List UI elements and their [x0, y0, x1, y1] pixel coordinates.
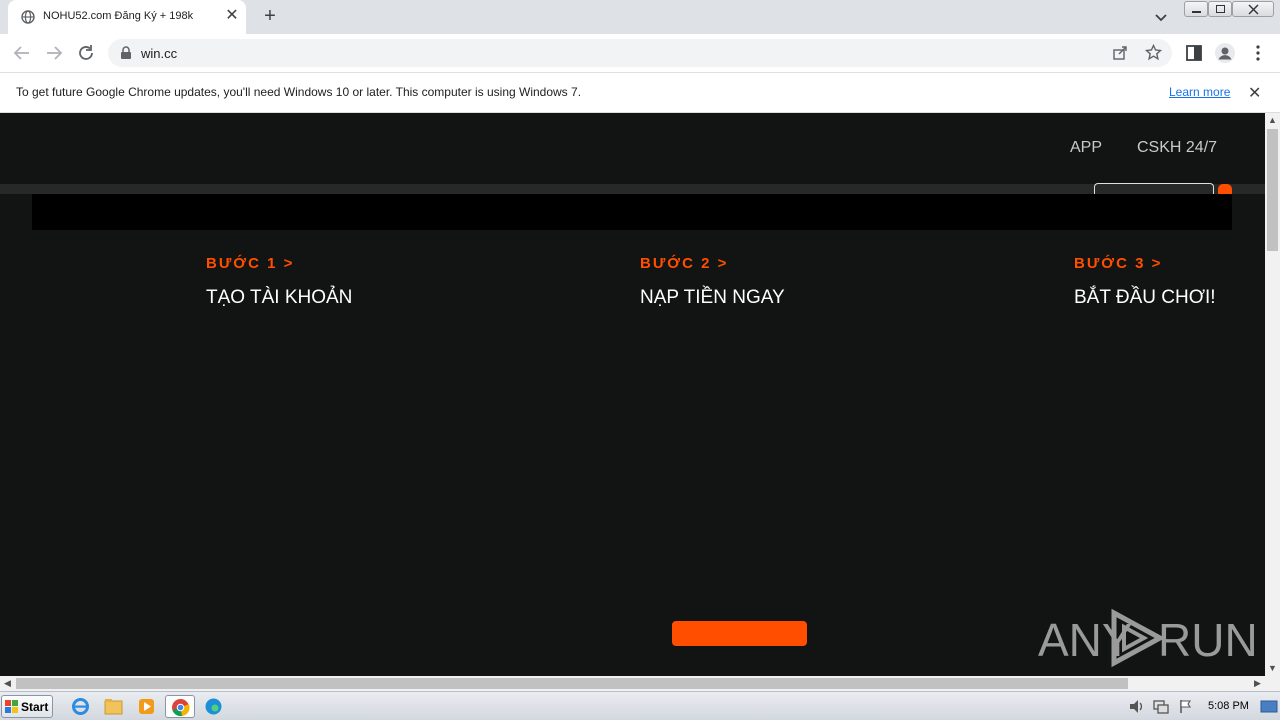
taskbar-ie[interactable] [66, 695, 96, 718]
chrome-icon [172, 699, 190, 717]
media-player-icon [139, 699, 154, 714]
horizontal-scrollbar[interactable]: ◀ ▶ [0, 676, 1280, 691]
banner-bar [32, 194, 1232, 230]
restore-button[interactable] [1208, 1, 1232, 17]
step-1-label: BƯỚC 1 > [206, 255, 295, 272]
start-button[interactable]: Start [1, 695, 53, 718]
infobar-close-icon[interactable]: ✕ [1248, 83, 1261, 103]
scroll-down-icon[interactable]: ▼ [1265, 661, 1280, 676]
nav-app-link[interactable]: APP [1070, 139, 1102, 157]
taskbar-media-player[interactable] [132, 695, 162, 718]
cta-button[interactable] [672, 621, 807, 646]
close-icon [1248, 4, 1259, 15]
start-label: Start [21, 700, 49, 714]
tab-title: NOHU52.com Đăng Ký + 198k [43, 10, 194, 22]
url-text[interactable]: win.cc [141, 46, 177, 61]
windows-logo-icon [5, 700, 18, 713]
minimize-button[interactable] [1184, 1, 1208, 17]
step-1-title: TẠO TÀI KHOẢN [206, 287, 353, 308]
scroll-up-icon[interactable]: ▲ [1265, 113, 1280, 128]
web-page: APP CSKH 24/7 BƯỚC 1 > TẠO TÀI KHOẢN BƯỚ… [0, 113, 1265, 676]
close-window-button[interactable] [1232, 1, 1274, 17]
step-2-label: BƯỚC 2 > [640, 255, 729, 272]
browser-toolbar: win.cc [0, 34, 1280, 72]
internet-explorer-icon [72, 698, 89, 715]
profile-avatar-icon[interactable] [1214, 42, 1236, 64]
lock-icon[interactable] [120, 46, 132, 60]
taskbar-clock[interactable]: 5:08 PM [1208, 700, 1249, 712]
edge-icon [205, 698, 222, 715]
watermark-text-run: RUN [1158, 614, 1258, 666]
share-icon[interactable] [1112, 45, 1128, 61]
more-menu-icon[interactable] [1247, 42, 1269, 64]
play-logo-icon [1111, 609, 1164, 667]
taskbar-chrome[interactable] [165, 695, 195, 718]
bookmark-star-icon[interactable] [1145, 44, 1162, 61]
scroll-left-icon[interactable]: ◀ [0, 676, 15, 691]
tab-close-icon[interactable]: ✕ [223, 7, 241, 25]
new-tab-button[interactable]: + [260, 6, 280, 26]
volume-icon[interactable] [1128, 699, 1144, 714]
folder-icon [104, 699, 123, 715]
tab-strip: NOHU52.com Đăng Ký + 198k ✕ + [0, 0, 1280, 34]
side-panel-icon[interactable] [1183, 42, 1205, 64]
taskbar-edge[interactable] [199, 695, 229, 718]
learn-more-link[interactable]: Learn more [1169, 85, 1230, 99]
nav-support-link[interactable]: CSKH 24/7 [1137, 139, 1217, 157]
back-arrow-icon[interactable] [11, 42, 33, 64]
network-icon[interactable] [1153, 699, 1169, 714]
step-2-title: NẠP TIỀN NGAY [640, 287, 785, 308]
step-3-title: BẮT ĐẦU CHƠI! [1074, 287, 1216, 308]
update-infobar: To get future Google Chrome updates, you… [0, 72, 1280, 113]
minimize-icon [1192, 11, 1201, 13]
header-divider [0, 184, 1265, 194]
windows-taskbar: Start 5:08 PM [0, 691, 1280, 720]
restore-icon [1216, 5, 1225, 13]
globe-icon [21, 10, 35, 24]
step-3-label: BƯỚC 3 > [1074, 255, 1163, 272]
action-center-flag-icon[interactable] [1178, 699, 1194, 714]
vertical-scrollbar[interactable]: ▲ ▼ [1265, 113, 1280, 676]
forward-arrow-icon[interactable] [43, 42, 65, 64]
infobar-message: To get future Google Chrome updates, you… [16, 85, 582, 99]
reload-icon[interactable] [75, 42, 97, 64]
chevron-down-icon[interactable] [1152, 8, 1170, 26]
vertical-scroll-thumb[interactable] [1267, 129, 1278, 251]
anyrun-watermark: ANY RUN [1038, 607, 1258, 669]
taskbar-explorer[interactable] [99, 695, 129, 718]
browser-tab[interactable]: NOHU52.com Đăng Ký + 198k ✕ [8, 0, 246, 34]
horizontal-scroll-thumb[interactable] [16, 678, 1128, 689]
scroll-right-icon[interactable]: ▶ [1250, 676, 1265, 691]
show-desktop-icon[interactable] [1260, 699, 1278, 714]
address-bar[interactable]: win.cc [108, 39, 1172, 67]
